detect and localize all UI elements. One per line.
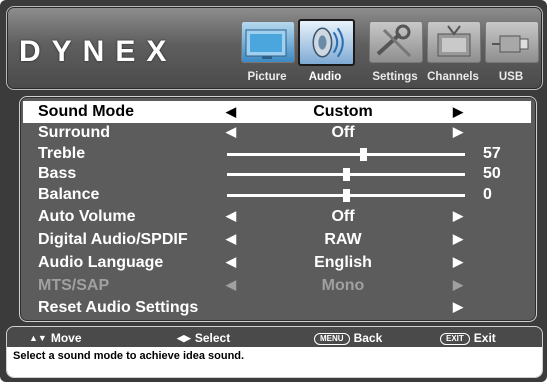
balance-value: 0 (483, 186, 492, 203)
mts-sap-label: MTS/SAP (38, 277, 110, 294)
hint-exit-label: Exit (473, 331, 496, 345)
tab-audio[interactable]: Audio (297, 17, 355, 85)
left-arrow-icon: ◀ (226, 277, 236, 292)
menu-row-sound-mode[interactable]: Sound Mode ◀ Custom ▶ (23, 101, 531, 123)
left-arrow-icon[interactable]: ◀ (226, 208, 236, 224)
bass-slider-handle[interactable] (343, 168, 350, 181)
picture-icon (241, 21, 295, 63)
menu-footer: ▲▼ Move ◀▶ Select MENU Back EXIT Exit Select… (6, 326, 543, 378)
menu-key-icon: MENU (314, 333, 350, 345)
right-arrow-icon[interactable]: ▶ (453, 254, 463, 270)
bass-value: 50 (483, 165, 501, 182)
menu-row-audio-language[interactable]: Audio Language ◀ English ▶ (28, 253, 528, 273)
surround-value: Off (331, 124, 355, 141)
menu-row-auto-volume[interactable]: Auto Volume ◀ Off ▶ (28, 207, 528, 227)
right-arrow-icon[interactable]: ▶ (453, 104, 463, 120)
tv-osd-screen: DYNEX Picture Audio Settings Channels US… (0, 0, 547, 382)
right-arrow-icon: ▶ (453, 277, 463, 292)
balance-slider[interactable] (227, 189, 465, 202)
hint-exit: EXIT Exit (440, 331, 496, 345)
mts-sap-value: Mono (321, 277, 365, 294)
tab-channels[interactable]: Channels (425, 17, 481, 85)
auto-volume-value: Off (331, 208, 355, 225)
menu-row-balance[interactable]: Balance 0 (28, 185, 528, 205)
menu-row-surround[interactable]: Surround ◀ Off ▶ (28, 123, 528, 143)
right-arrow-icon[interactable]: ▶ (453, 208, 463, 224)
bass-slider[interactable] (227, 168, 465, 181)
audio-icon (298, 19, 355, 66)
audio-settings-panel: Sound Mode ◀ Custom ▶ Surround ◀ Off ▶ T… (19, 96, 537, 322)
tab-usb-label: USB (498, 71, 524, 83)
hint-select-label: Select (194, 331, 231, 345)
right-arrow-icon[interactable]: ▶ (453, 231, 463, 247)
usb-icon (485, 21, 539, 63)
menu-row-reset-audio[interactable]: Reset Audio Settings ▶ (28, 298, 528, 318)
channels-icon (427, 21, 481, 63)
treble-slider[interactable] (227, 148, 465, 161)
dynex-logo: DYNEX (19, 35, 178, 68)
hint-move: ▲▼ Move (29, 331, 82, 345)
treble-slider-handle[interactable] (359, 148, 367, 161)
bass-label: Bass (38, 165, 77, 182)
settings-icon (369, 21, 423, 63)
menu-header: DYNEX Picture Audio Settings Channels US… (6, 6, 543, 90)
hint-select: ◀▶ Select (177, 331, 230, 345)
left-right-arrows-icon: ◀▶ (177, 333, 191, 343)
audio-language-value: English (314, 254, 372, 271)
digital-audio-label: Digital Audio/SPDIF (38, 231, 188, 248)
surround-label: Surround (38, 124, 110, 141)
exit-key-icon: EXIT (440, 333, 470, 345)
up-down-arrows-icon: ▲▼ (29, 333, 47, 343)
tab-picture[interactable]: Picture (239, 17, 295, 85)
menu-row-mts-sap: MTS/SAP ◀ Mono ▶ (28, 276, 528, 296)
balance-label: Balance (38, 186, 100, 203)
key-hints: ▲▼ Move ◀▶ Select MENU Back EXIT Exit (7, 327, 542, 347)
help-text: Select a sound mode to achieve idea soun… (13, 350, 245, 362)
treble-label: Treble (38, 145, 86, 162)
hint-move-label: Move (50, 331, 82, 345)
tab-settings[interactable]: Settings (367, 17, 423, 85)
left-arrow-icon[interactable]: ◀ (226, 254, 236, 270)
left-arrow-icon[interactable]: ◀ (226, 231, 236, 247)
sound-mode-label: Sound Mode (38, 103, 134, 120)
balance-slider-handle[interactable] (343, 189, 350, 202)
menu-row-treble[interactable]: Treble 57 (28, 144, 528, 164)
menu-row-digital-audio[interactable]: Digital Audio/SPDIF ◀ RAW ▶ (28, 230, 528, 250)
right-arrow-icon[interactable]: ▶ (453, 299, 463, 315)
left-arrow-icon[interactable]: ◀ (226, 104, 236, 120)
hint-back: MENU Back (314, 331, 382, 345)
digital-audio-value: RAW (324, 231, 362, 248)
menu-row-bass[interactable]: Bass 50 (28, 164, 528, 184)
audio-language-label: Audio Language (38, 254, 164, 271)
reset-audio-label: Reset Audio Settings (38, 299, 199, 316)
auto-volume-label: Auto Volume (38, 208, 136, 225)
tab-audio-label: Audio (308, 71, 342, 83)
left-arrow-icon[interactable]: ◀ (226, 124, 236, 140)
help-bar: Select a sound mode to achieve idea soun… (7, 347, 542, 377)
sound-mode-value: Custom (313, 103, 373, 120)
tab-usb[interactable]: USB (483, 17, 539, 85)
right-arrow-icon[interactable]: ▶ (453, 124, 463, 140)
treble-value: 57 (483, 145, 501, 162)
hint-back-label: Back (353, 331, 383, 345)
